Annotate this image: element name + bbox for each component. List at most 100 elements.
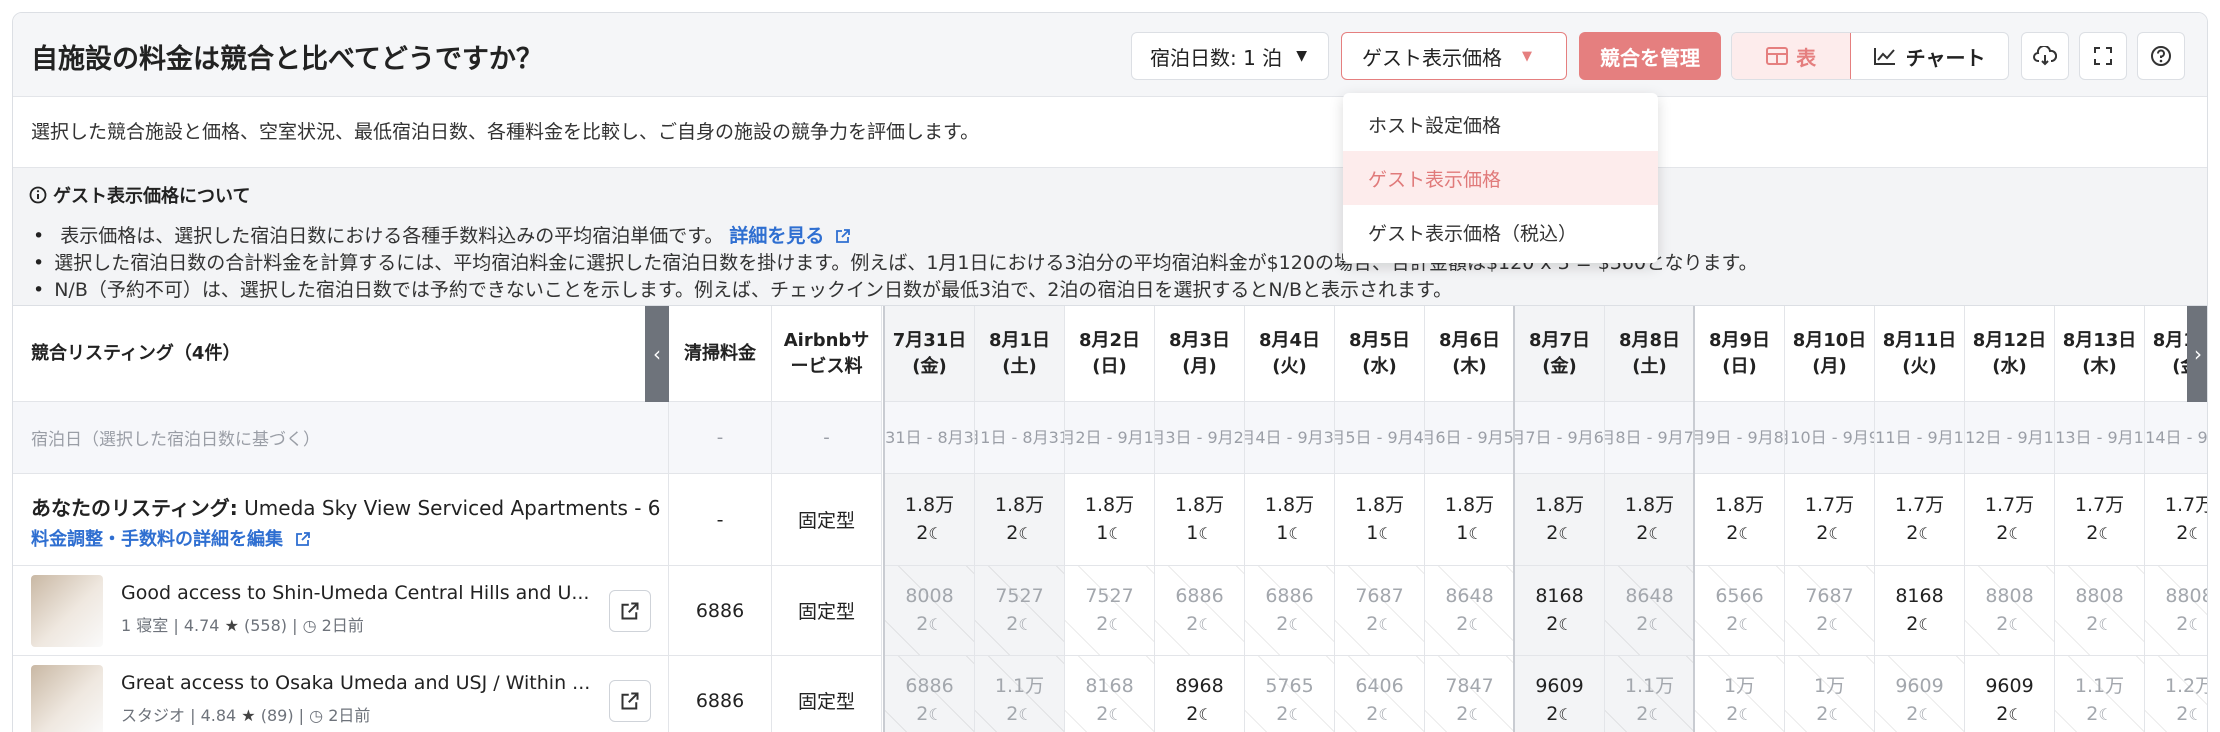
listing-2-thumbnail[interactable] — [31, 665, 103, 732]
info-icon — [29, 186, 47, 204]
edit-pricing-link[interactable]: 料金調整・手数料の詳細を編集 — [31, 525, 311, 551]
date-header-2: 8月2日(日) — [1065, 306, 1155, 402]
page-title: 自施設の料金は競合と比べてどうですか？ — [31, 44, 543, 75]
nights-value: 2☾ — [1816, 700, 1842, 729]
scroll-right-button[interactable]: › — [2187, 306, 2207, 402]
own-price-10: 1.7万 2☾ — [1785, 474, 1875, 566]
nights-count: 1 — [1186, 522, 1199, 544]
nights-selector[interactable]: 宿泊日数: 1 泊 ▼ — [1131, 32, 1329, 80]
listing-1-title[interactable]: Good access to Shin-Umeda Central Hills … — [121, 582, 589, 604]
service-fee-header: Airbnbサービス料 — [772, 306, 882, 402]
moon-icon: ☾ — [2188, 524, 2203, 543]
table-view-button[interactable]: 表 — [1732, 33, 1852, 79]
price-value: 1.8万 — [904, 494, 955, 516]
option-guest-price[interactable]: ゲスト表示価格 — [1343, 151, 1658, 205]
cleaning-fee-header: 清掃料金 — [669, 306, 772, 402]
price-value: 1万 — [1723, 675, 1756, 697]
listing-2-title[interactable]: Great access to Osaka Umeda and USJ / Wi… — [121, 672, 590, 694]
price-comparison-card: 自施設の料金は競合と比べてどうですか？ 宿泊日数: 1 泊 ▼ ゲスト表示価格 … — [12, 12, 2208, 732]
nights-value: 1☾ — [1366, 519, 1392, 548]
listing-2-cleaning-fee: 6886 — [669, 656, 772, 732]
nights-label: 宿泊日数: 1 泊 — [1150, 45, 1283, 70]
nights-value: 2☾ — [2086, 700, 2112, 729]
chart-view-button[interactable]: チャート — [1851, 33, 2008, 79]
nights-value: 2☾ — [1816, 519, 1842, 548]
nights-value: 2☾ — [1636, 519, 1662, 548]
own-price-2: 1.8万 1☾ — [1065, 474, 1155, 566]
price-type-select[interactable]: ゲスト表示価格 ▼ — [1341, 32, 1567, 80]
price-value: 8168 — [1535, 585, 1584, 607]
price-value: 1.8万 — [1354, 494, 1405, 516]
moon-icon: ☾ — [1918, 615, 1933, 634]
chart-icon — [1873, 48, 1895, 65]
moon-icon: ☾ — [1468, 705, 1483, 724]
nights-value: 2☾ — [2176, 519, 2202, 548]
own-listing-cell: あなたのリスティング: Umeda Sky View Serviced Apar… — [13, 474, 669, 566]
listing-1-reviews: (558) | — [244, 616, 298, 635]
option-guest-price-tax[interactable]: ゲスト表示価格（税込） — [1343, 205, 1658, 259]
price-value: 6886 — [1175, 585, 1224, 607]
price-value: 1.8万 — [1084, 494, 1135, 516]
own-price-12: 1.7万 2☾ — [1965, 474, 2055, 566]
listing-1-thumbnail[interactable] — [31, 575, 103, 647]
fullscreen-button[interactable] — [2079, 32, 2127, 80]
price-value: 7687 — [1355, 585, 1404, 607]
nights-count: 2 — [2176, 703, 2189, 725]
nights-value: 2☾ — [1726, 700, 1752, 729]
moon-icon: ☾ — [1018, 615, 1033, 634]
price-value: 1.8万 — [1444, 494, 1495, 516]
nights-count: 2 — [1546, 522, 1559, 544]
nights-count: 2 — [1006, 613, 1019, 635]
star-icon: ★ — [241, 706, 256, 725]
nights-count: 2 — [1636, 703, 1649, 725]
help-button[interactable] — [2137, 32, 2185, 80]
nights-count: 2 — [1726, 613, 1739, 635]
moon-icon: ☾ — [1288, 524, 1303, 543]
price-value: 8968 — [1175, 675, 1224, 697]
listing-1-open-button[interactable] — [609, 590, 651, 632]
info-title: ゲスト表示価格について — [53, 186, 251, 207]
date-header-8: 8月8日(土) — [1605, 306, 1695, 402]
listing-1-service-fee: 固定型 — [772, 566, 882, 656]
nights-value: 2☾ — [1276, 700, 1302, 729]
listing-1-price-13: 8808 2☾ — [2055, 566, 2145, 656]
own-cleaning-fee: - — [669, 474, 772, 566]
manage-competitors-button[interactable]: 競合を管理 — [1579, 32, 1721, 80]
price-value: 8008 — [905, 585, 954, 607]
nights-count: 2 — [1816, 703, 1829, 725]
listing-2-price-7: 9609 2☾ — [1515, 656, 1605, 732]
moon-icon: ☾ — [1378, 524, 1393, 543]
nights-value: 2☾ — [1546, 700, 1572, 729]
moon-icon: ☾ — [1828, 524, 1843, 543]
moon-icon: ☾ — [1468, 524, 1483, 543]
option-host-price[interactable]: ホスト設定価格 — [1343, 97, 1658, 151]
moon-icon: ☾ — [1288, 705, 1303, 724]
price-value: 6886 — [905, 675, 954, 697]
competitors-header-label: 競合リスティング（4件） — [31, 342, 241, 364]
section-description: 選択した競合施設と価格、空室状況、最低宿泊日数、各種料金を比較し、ご自身の施設の… — [31, 121, 980, 143]
info-bullet-3: N/B（予約不可）は、選択した宿泊日数では予約できないことを示します。例えば、チ… — [33, 275, 1452, 302]
external-link-icon — [621, 602, 639, 620]
price-type-dropdown: ホスト設定価格 ゲスト表示価格 ゲスト表示価格（税込） — [1343, 93, 1658, 263]
own-listing-prefix: あなたのリスティング: — [31, 496, 238, 520]
nights-value: 2☾ — [1906, 519, 1932, 548]
listing-2-open-button[interactable] — [609, 680, 651, 722]
nights-value: 1☾ — [1096, 519, 1122, 548]
nights-value: 2☾ — [1726, 610, 1752, 639]
own-price-5: 1.8万 1☾ — [1335, 474, 1425, 566]
listing-2-price-3: 8968 2☾ — [1155, 656, 1245, 732]
listing-1-price-0: 8008 2☾ — [885, 566, 975, 656]
price-value: 1.8万 — [1714, 494, 1765, 516]
external-link-icon — [836, 229, 850, 243]
learn-more-link[interactable]: 詳細を見る — [729, 225, 851, 247]
moon-icon: ☾ — [1108, 524, 1123, 543]
stay-dates-cleaning: - — [669, 402, 772, 474]
scroll-left-button[interactable]: ‹ — [645, 306, 669, 402]
price-value: 1.7万 — [1984, 494, 2035, 516]
moon-icon: ☾ — [2188, 705, 2203, 724]
download-button[interactable] — [2021, 32, 2069, 80]
listing-2-price-14: 1.2万 2☾ — [2145, 656, 2207, 732]
edit-pricing-label: 料金調整・手数料の詳細を編集 — [31, 529, 283, 550]
date-range-0: 7月31日 - 8月30日 — [885, 402, 975, 474]
listing-1-updated: 2日前 — [321, 616, 364, 635]
